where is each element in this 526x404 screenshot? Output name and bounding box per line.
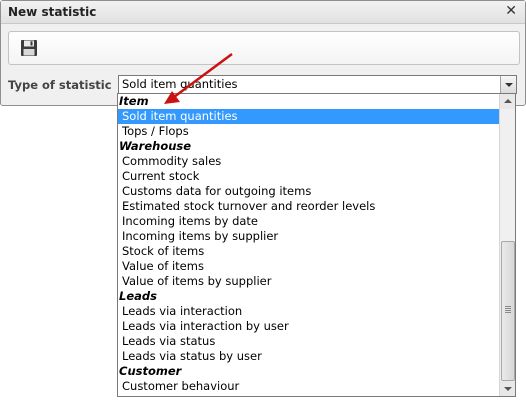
scroll-up-icon[interactable] [500, 94, 515, 109]
toolbar [8, 31, 520, 65]
dropdown-option[interactable]: Sold item quantities [118, 109, 499, 124]
dropdown-option[interactable]: Leads via status [118, 334, 499, 349]
dropdown-scrollbar[interactable] [499, 94, 515, 396]
dropdown-option[interactable]: Commodity sales [118, 154, 499, 169]
close-icon[interactable]: ✕ [505, 3, 517, 19]
dropdown-option[interactable]: Value of items by supplier [118, 274, 499, 289]
dropdown-option[interactable]: Customs data for outgoing items [118, 184, 499, 199]
scroll-down-icon[interactable] [500, 381, 515, 396]
scrollbar-grip-icon [505, 306, 511, 313]
chevron-down-icon[interactable] [500, 76, 516, 93]
dropdown-group-header: Customer [119, 364, 182, 378]
dropdown-option[interactable]: Incoming items by date [118, 214, 499, 229]
dialog-title: New statistic [8, 5, 97, 19]
dropdown-group-header: Leads [119, 289, 157, 303]
dropdown-option[interactable]: Customer behaviour [118, 379, 499, 394]
dropdown-option[interactable]: Incoming items by supplier [118, 229, 499, 244]
dropdown-option[interactable]: Leads via interaction [118, 304, 499, 319]
new-statistic-dialog: New statistic ✕ Type of statistic Sold i… [0, 0, 526, 106]
dropdown-option[interactable]: Current stock [118, 169, 499, 184]
floppy-disk-icon [21, 40, 37, 56]
dropdown-list: Item Sold item quantities Tops / Flops Ware… [118, 94, 499, 394]
save-button[interactable] [19, 38, 39, 58]
dropdown-option[interactable]: Value of items [118, 259, 499, 274]
dropdown-group-header: Warehouse [119, 139, 192, 153]
dropdown-option[interactable]: Leads via status by user [118, 349, 499, 364]
dropdown-option[interactable]: Estimated stock turnover and reorder lev… [118, 199, 499, 214]
scrollbar-thumb[interactable] [501, 241, 515, 381]
dropdown-option[interactable]: Tops / Flops [118, 124, 499, 139]
dropdown-option[interactable]: Leads via interaction by user [118, 319, 499, 334]
annotation-arrow-icon [164, 52, 233, 104]
dialog-titlebar: New statistic ✕ [1, 1, 525, 24]
dropdown-option[interactable]: Stock of items [118, 244, 499, 259]
statistic-type-dropdown: Item Sold item quantities Tops / Flops Ware… [117, 93, 516, 397]
type-of-statistic-label: Type of statistic [8, 78, 112, 92]
